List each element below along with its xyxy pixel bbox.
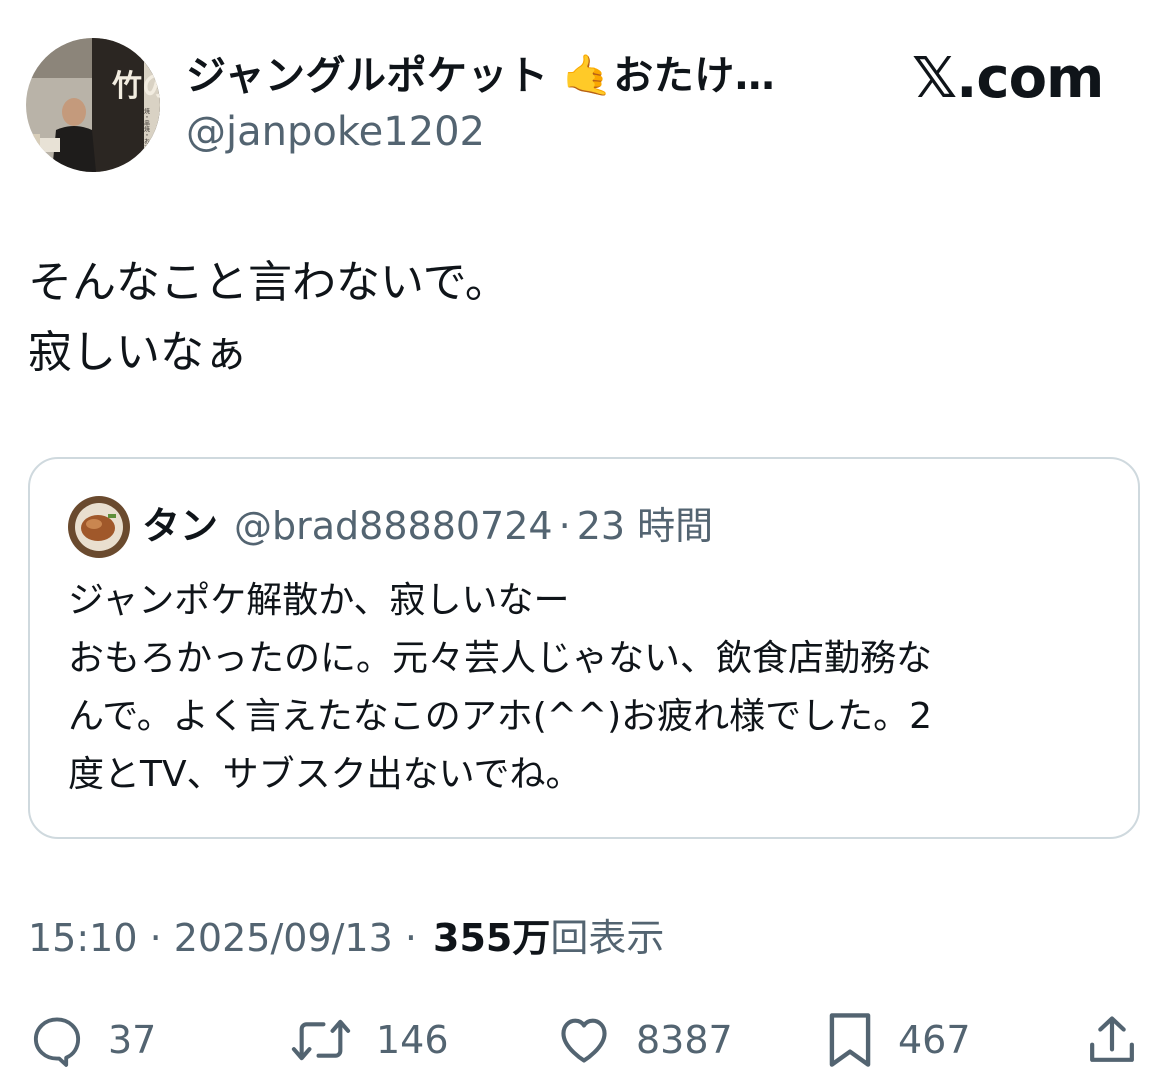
share-upload-icon [1090,1016,1134,1062]
repost-arrows-icon [291,1019,351,1061]
quoted-line-2: おもろかったのに。元々芸人じゃない、飲食店勤務な [68,638,933,679]
quoted-author-avatar[interactable] [68,496,130,558]
x-com-watermark: 𝕏.com [912,46,1104,111]
quoted-line-3: んで。よく言えたなこのアホ(^^)お疲れ様でした。2 [68,696,933,737]
heart-icon [561,1018,607,1063]
repost-button[interactable]: 146 [288,1005,449,1075]
quoted-author-handle[interactable]: @brad88880724 [234,504,553,548]
tweet-line-1: そんなこと言わないで。 [28,257,509,308]
quoted-author-name[interactable]: タン [142,504,218,548]
quoted-header: タン @brad88880724 · 23 時間 [142,501,713,551]
quoted-avatar-photo [68,496,130,558]
like-button[interactable]: 8387 [554,1005,733,1075]
tweet-meta: 15:10 · 2025/09/13 · 355万回表示 [28,912,664,964]
like-count: 8387 [636,1018,733,1062]
bookmark-count: 467 [898,1018,971,1062]
action-bar: 37 146 8387 467 [0,1005,1170,1075]
author-avatar[interactable]: 竹の子 焼・串焼・おでん [26,38,160,172]
share-button[interactable] [1084,1005,1140,1075]
quoted-body: ジャンポケ解散か、寂しいなー おもろかったのに。元々芸人じゃない、飲食店勤務な … [68,572,932,804]
tweet-line-2: 寂しいなぁ [28,327,248,378]
author-handle[interactable]: @janpoke1202 [186,106,485,158]
speech-bubble-icon [33,1017,81,1067]
avatar-photo: 竹の子 焼・串焼・おでん [26,38,160,172]
quoted-timestamp[interactable]: 23 時間 [577,504,713,548]
avatar-sign-text: 竹の子 [112,69,160,104]
views-count: 355万 [433,916,551,960]
quoted-separator: · [558,504,571,548]
avatar-sign-small-text: 焼・串焼・おでん [143,107,150,156]
quoted-line-1: ジャンポケ解散か、寂しいなー [68,580,570,621]
reply-button[interactable]: 37 [28,1005,156,1075]
bookmark-icon [829,1013,871,1067]
author-display-name[interactable]: ジャングルポケット 🤙おたけ… [186,50,775,102]
tweet-timestamp[interactable]: 15:10 · 2025/09/13 · [28,916,417,960]
repost-count: 146 [376,1018,449,1062]
tweet-body: そんなこと言わないで。 寂しいなぁ [28,248,509,388]
quoted-line-4: 度とTV、サブスク出ないでね。 [68,754,582,795]
bookmark-button[interactable]: 467 [824,1005,971,1075]
reply-count: 37 [108,1018,157,1062]
quoted-tweet-card[interactable]: タン @brad88880724 · 23 時間 ジャンポケ解散か、寂しいなー おもろ… [28,457,1140,839]
views-label: 回表示 [550,916,665,960]
